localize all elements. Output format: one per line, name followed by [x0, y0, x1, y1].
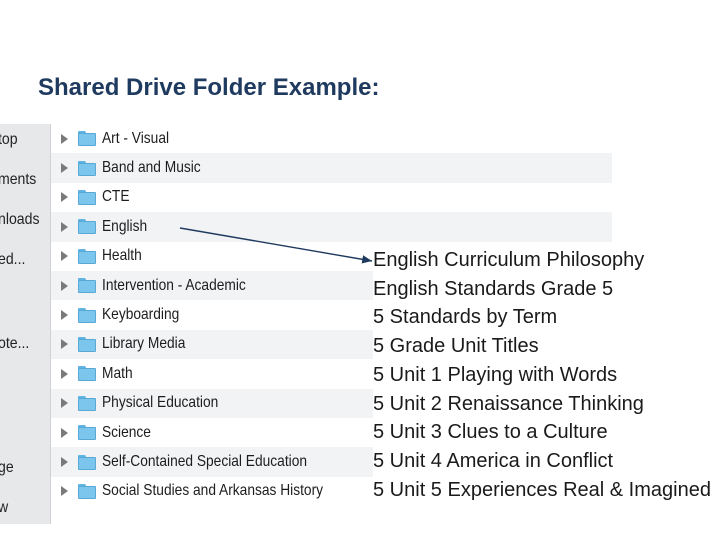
disclosure-triangle-icon[interactable] [61, 486, 68, 497]
disclosure-triangle-icon[interactable] [61, 280, 68, 291]
english-folder-contents: English Curriculum Philosophy English St… [373, 246, 713, 505]
sidebar-item-downloads[interactable]: nloads [0, 210, 39, 230]
folder-icon [78, 307, 96, 323]
folder-label: Math [102, 364, 133, 382]
folder-label: Art - Visual [102, 129, 170, 147]
folder-label: Intervention - Academic [102, 276, 246, 294]
folder-icon [78, 454, 96, 470]
disclosure-triangle-icon[interactable] [61, 221, 68, 232]
disclosure-triangle-icon[interactable] [61, 310, 68, 321]
folder-row[interactable]: Art - Visual [51, 124, 612, 153]
contents-item: 5 Grade Unit Titles [373, 335, 539, 358]
contents-item: 5 Unit 1 Playing with Words [373, 363, 618, 386]
folder-label: Science [102, 423, 151, 441]
folder-label: Physical Education [102, 394, 219, 412]
contents-item: 5 Standards by Term [373, 306, 558, 329]
folder-label: CTE [102, 188, 130, 206]
finder-sidebar: top ments nloads ed... ote... ge w [0, 124, 51, 524]
contents-item: English Standards Grade 5 [373, 277, 614, 300]
contents-item: 5 Unit 2 Renaissance Thinking [373, 392, 644, 415]
disclosure-triangle-icon[interactable] [61, 133, 68, 144]
folder-row[interactable]: Band and Music [51, 153, 612, 183]
disclosure-triangle-icon[interactable] [61, 163, 68, 174]
folder-icon [78, 248, 96, 264]
folder-label: Self-Contained Special Education [102, 453, 308, 471]
folder-icon [78, 366, 96, 382]
slide-title: Shared Drive Folder Example: [38, 74, 380, 101]
folder-label: Keyboarding [102, 306, 180, 324]
disclosure-triangle-icon[interactable] [61, 251, 68, 262]
folder-label: Band and Music [102, 159, 201, 177]
folder-label: Health [102, 247, 142, 265]
folder-icon [78, 131, 96, 147]
disclosure-triangle-icon[interactable] [61, 339, 68, 350]
disclosure-triangle-icon[interactable] [61, 398, 68, 409]
sidebar-item-storage[interactable]: ge [0, 458, 14, 478]
folder-label: English [102, 217, 148, 235]
disclosure-triangle-icon[interactable] [61, 368, 68, 379]
folder-row[interactable]: CTE [51, 183, 612, 212]
folder-icon [78, 483, 96, 499]
folder-icon [78, 425, 96, 441]
folder-icon [78, 160, 96, 176]
folder-icon [78, 278, 96, 294]
folder-icon [78, 395, 96, 411]
sidebar-item-desktop[interactable]: top [0, 130, 18, 150]
contents-item: English Curriculum Philosophy [373, 249, 645, 271]
contents-item: 5 Unit 3 Clues to a Culture [373, 421, 608, 444]
folder-label: Social Studies and Arkansas History [102, 482, 324, 500]
disclosure-triangle-icon[interactable] [61, 427, 68, 438]
disclosure-triangle-icon[interactable] [61, 192, 68, 203]
folder-row-english[interactable]: English [51, 212, 612, 242]
sidebar-item-view[interactable]: w [0, 498, 8, 518]
folder-label: Library Media [102, 335, 186, 353]
sidebar-item-remote[interactable]: ote... [0, 334, 29, 354]
folder-icon [78, 189, 96, 205]
folder-icon [78, 336, 96, 352]
contents-item: 5 Unit 4 America in Conflict [373, 449, 614, 472]
sidebar-item-documents[interactable]: ments [0, 170, 36, 190]
folder-icon [78, 219, 96, 235]
disclosure-triangle-icon[interactable] [61, 457, 68, 468]
sidebar-item-shared[interactable]: ed... [0, 250, 25, 270]
contents-item: 5 Unit 5 Experiences Real & Imagined [373, 478, 711, 501]
